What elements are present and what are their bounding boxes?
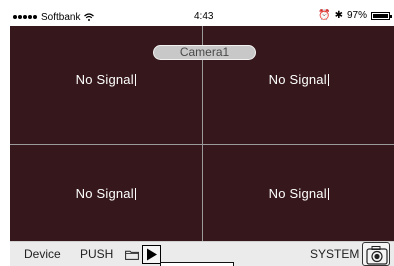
camera-name-badge: Camera1 [153, 45, 256, 60]
signal-strength-icon [13, 15, 37, 19]
wifi-icon [84, 13, 95, 21]
grid-divider-horizontal [10, 144, 394, 145]
camera-grid: No Signal No Signal No Signal No Signal … [10, 26, 394, 241]
bluetooth-icon: ✱ [334, 9, 343, 21]
status-time: 4:43 [194, 11, 214, 22]
no-signal-label: No Signal [76, 186, 137, 201]
no-signal-label: No Signal [76, 72, 137, 87]
snapshot-button[interactable] [362, 242, 390, 266]
battery-percent: 97% [346, 10, 367, 21]
carrier-name: Softbank [41, 11, 81, 23]
battery-icon [371, 11, 392, 20]
play-icon [147, 248, 157, 261]
push-button[interactable]: PUSH [80, 247, 113, 261]
alarm-icon: ⏰ [318, 9, 331, 21]
no-signal-label: No Signal [269, 186, 330, 201]
bottom-toolbar: Device PUSH SYSTEM [10, 241, 394, 266]
system-button[interactable]: SYSTEM [310, 247, 359, 261]
camera-view-1[interactable]: No Signal [10, 26, 202, 133]
camera-view-2[interactable]: No Signal [203, 26, 394, 133]
status-bar: Softbank 4:43 ⏰ ✱ 97% [10, 8, 394, 26]
camera-icon [366, 246, 388, 265]
device-button[interactable]: Device [24, 247, 61, 261]
playback-button[interactable] [142, 245, 161, 264]
folder-icon[interactable] [125, 250, 139, 260]
playback-popup-indicator [160, 262, 234, 266]
no-signal-label: No Signal [269, 72, 330, 87]
camera-view-3[interactable]: No Signal [10, 145, 202, 241]
status-right-group: ⏰ ✱ 97% [318, 9, 392, 21]
camera-view-4[interactable]: No Signal [203, 145, 394, 241]
